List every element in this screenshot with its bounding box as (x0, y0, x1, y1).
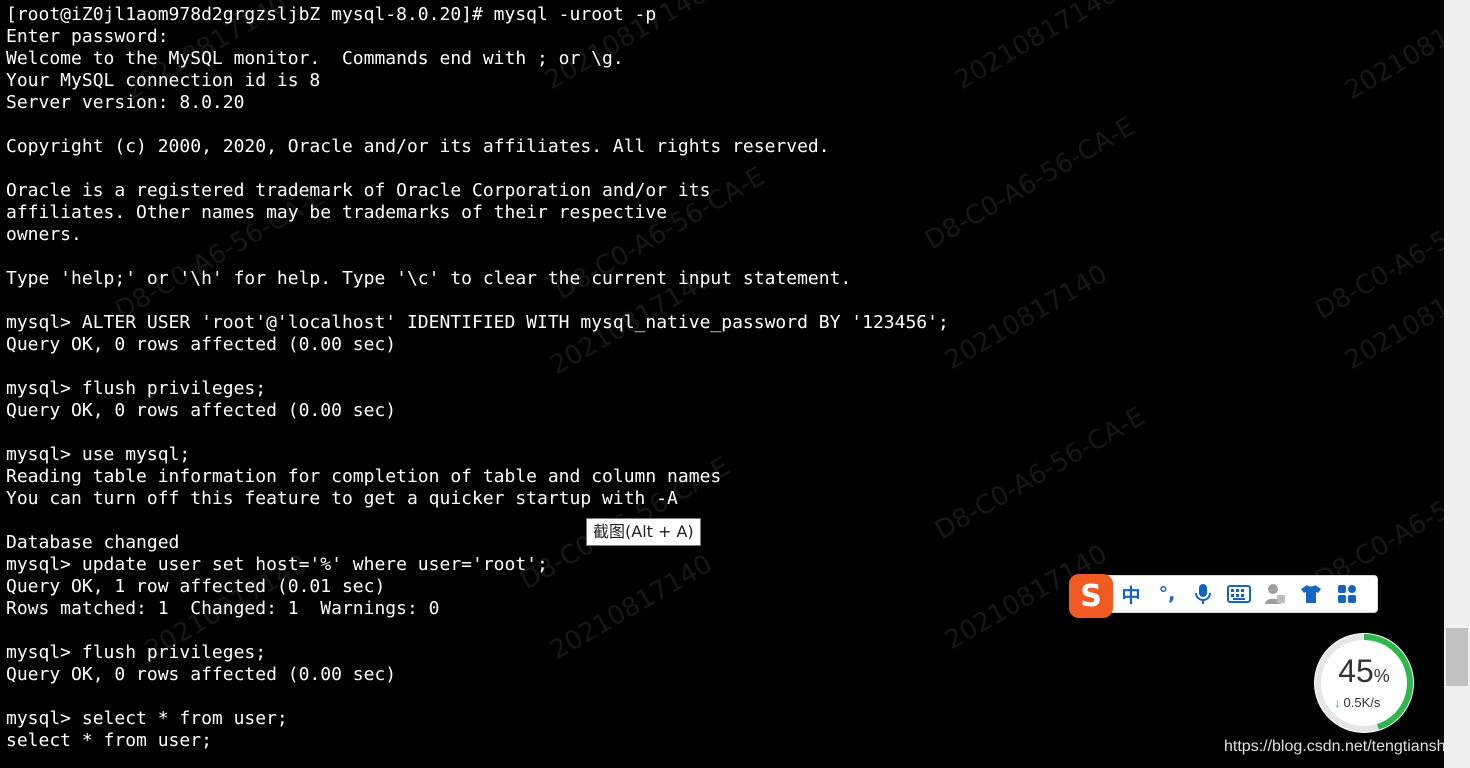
keyboard-icon[interactable] (1221, 576, 1257, 612)
screenshot-tooltip: 截图(Alt + A) (586, 518, 701, 546)
terminal-output: [root@iZ0jl1aom978d2grgzsljbZ mysql-8.0.… (6, 4, 949, 752)
scrollbar-thumb[interactable] (1446, 628, 1468, 686)
terminal-line: Query OK, 0 rows affected (0.00 sec) (6, 400, 397, 421)
terminal-line: Query OK, 0 rows affected (0.00 sec) (6, 664, 397, 685)
network-speed-gauge[interactable]: 45% ↓ 0.5K/s (1314, 633, 1414, 733)
watermark-text: 20210817140 (1340, 0, 1444, 106)
watermark-text: 20210817140 (950, 0, 1123, 96)
terminal-line: Copyright (c) 2000, 2020, Oracle and/or … (6, 136, 830, 157)
terminal-line: Query OK, 1 row affected (0.01 sec) (6, 576, 386, 597)
ime-toolbar[interactable]: S 中 °, (1069, 574, 1378, 618)
terminal-line: Your MySQL connection id is 8 (6, 70, 321, 91)
watermark-text: D8-C0-A6-56-CA-E (920, 111, 1141, 256)
terminal-line: Welcome to the MySQL monitor. Commands e… (6, 48, 624, 69)
vertical-scrollbar[interactable] (1444, 0, 1470, 768)
ime-punctuation-button[interactable]: °, (1149, 576, 1185, 612)
terminal-line: mysql> use mysql; (6, 444, 191, 465)
gauge-speed: ↓ 0.5K/s (1334, 695, 1381, 710)
terminal-line: Reading table information for completion… (6, 466, 722, 487)
terminal-line: mysql> update user set host='%' where us… (6, 554, 548, 575)
download-arrow-icon: ↓ (1334, 695, 1341, 710)
terminal-line: Database changed (6, 532, 180, 553)
terminal-line: affiliates. Other names may be trademark… (6, 202, 668, 223)
sogou-logo-icon[interactable]: S (1069, 574, 1113, 618)
voice-mic-icon[interactable] (1185, 576, 1221, 612)
terminal-line: mysql> ALTER USER 'root'@'localhost' IDE… (6, 312, 949, 333)
watermark-text: D8-C0-A6-56-CA-E (930, 401, 1151, 546)
terminal-line: Oracle is a registered trademark of Orac… (6, 180, 711, 201)
skin-shirt-icon[interactable] (1293, 576, 1329, 612)
terminal-line: You can turn off this feature to get a q… (6, 488, 678, 509)
watermark-text: 20210817140 (940, 259, 1113, 376)
terminal-line: Query OK, 0 rows affected (0.00 sec) (6, 334, 397, 355)
toolbox-grid-icon[interactable] (1329, 576, 1365, 612)
watermark-text: 20210817140 (1340, 259, 1444, 376)
terminal-line: mysql> select * from user; (6, 708, 288, 729)
terminal-line: Server version: 8.0.20 (6, 92, 245, 113)
terminal-line: select * from user; (6, 730, 212, 751)
terminal-line: Rows matched: 1 Changed: 1 Warnings: 0 (6, 598, 440, 619)
terminal-line: Enter password: (6, 26, 169, 47)
source-url-watermark: https://blog.csdn.net/tengtiansha (1224, 738, 1444, 755)
user-icon[interactable] (1257, 576, 1293, 612)
terminal-window[interactable]: [root@iZ0jl1aom978d2grgzsljbZ mysql-8.0.… (0, 0, 1444, 768)
gauge-percent: 45% (1338, 653, 1390, 689)
terminal-line: Type 'help;' or '\h' for help. Type '\c'… (6, 268, 852, 289)
ime-chinese-mode-button[interactable]: 中 (1113, 576, 1149, 612)
terminal-line: mysql> flush privileges; (6, 642, 267, 663)
terminal-line: [root@iZ0jl1aom978d2grgzsljbZ mysql-8.0.… (6, 4, 657, 25)
terminal-line: mysql> flush privileges; (6, 378, 267, 399)
watermark-text: D8-C0-A6-56-CA-E (1310, 181, 1444, 326)
terminal-line: owners. (6, 224, 82, 245)
